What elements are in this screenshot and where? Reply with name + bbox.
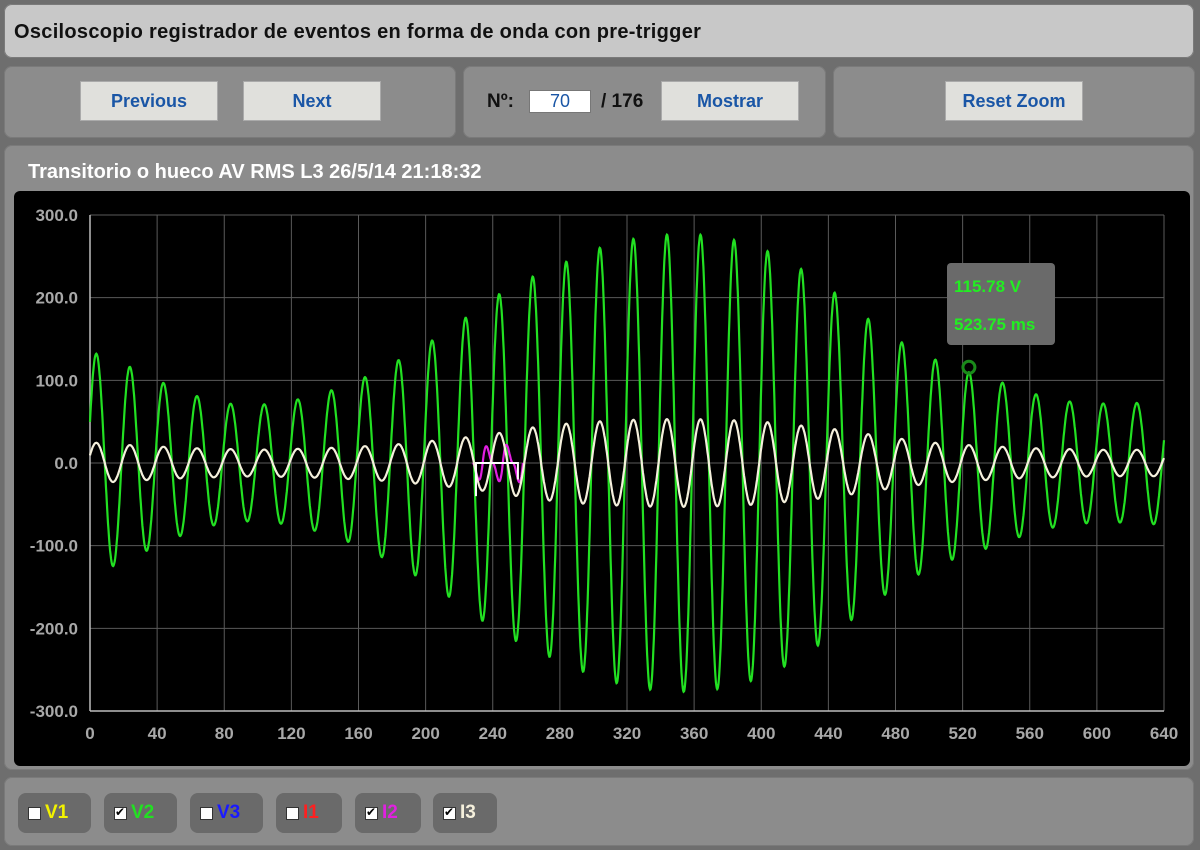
channel-toggle-v2[interactable]: ✔ V2 [104, 793, 177, 833]
x-tick-label: 560 [1016, 724, 1044, 743]
channel-toggle-i2[interactable]: ✔ I2 [355, 793, 421, 833]
checkmark-icon: ✔ [444, 804, 455, 819]
x-tick-label: 120 [277, 724, 305, 743]
checkbox[interactable]: ✔ [443, 804, 456, 820]
channel-toggle-i3[interactable]: ✔ I3 [433, 793, 497, 833]
chart-title: Transitorio o hueco AV RMS L3 26/5/14 21… [28, 161, 482, 183]
tooltip-time: 523.75 ms [954, 315, 1035, 334]
checkbox[interactable]: ✔ [114, 804, 127, 820]
tooltip-value: 115.78 V [954, 277, 1022, 296]
x-tick-label: 480 [881, 724, 909, 743]
checkbox[interactable] [200, 806, 213, 820]
x-tick-label: 240 [479, 724, 507, 743]
x-tick-label: 440 [814, 724, 842, 743]
channel-toggle-i1[interactable]: I1 [276, 793, 342, 833]
title-bar: Osciloscopio registrador de eventos en f… [4, 4, 1194, 58]
record-selector-panel: Nº: / 176 Mostrar [463, 66, 826, 138]
x-tick-label: 360 [680, 724, 708, 743]
channel-label: I3 [460, 802, 476, 823]
y-tick-label: 0.0 [54, 454, 78, 473]
channel-label: V1 [45, 802, 69, 823]
x-tick-label: 520 [948, 724, 976, 743]
x-tick-label: 0 [85, 724, 94, 743]
x-tick-label: 160 [344, 724, 372, 743]
x-tick-label: 640 [1150, 724, 1178, 743]
record-number-label: Nº: [487, 91, 514, 112]
zoom-panel: Reset Zoom [833, 66, 1195, 138]
x-tick-label: 80 [215, 724, 234, 743]
page-title: Osciloscopio registrador de eventos en f… [14, 21, 702, 43]
channel-label: V3 [217, 802, 241, 823]
channel-label: V2 [131, 802, 155, 823]
y-tick-label: 100.0 [35, 371, 78, 390]
x-tick-label: 200 [411, 724, 439, 743]
x-tick-label: 280 [546, 724, 574, 743]
checkbox[interactable]: ✔ [365, 804, 378, 820]
record-number-input[interactable] [529, 90, 591, 113]
channel-legend: V1 ✔ V2 V3 I1 ✔ I2 ✔ I3 [4, 777, 1194, 846]
x-tick-label: 320 [613, 724, 641, 743]
reset-zoom-button[interactable]: Reset Zoom [945, 81, 1083, 121]
x-tick-label: 600 [1083, 724, 1111, 743]
channel-label: I2 [382, 802, 398, 823]
checkmark-icon: ✔ [115, 804, 126, 819]
chart-panel: Transitorio o hueco AV RMS L3 26/5/14 21… [4, 145, 1194, 770]
x-tick-label: 40 [148, 724, 167, 743]
waveform-chart[interactable]: 0 40 80 120 160 200 240 280 320 360 400 440 480 520 56… [14, 191, 1190, 766]
x-tick-label: 400 [747, 724, 775, 743]
plot-area[interactable]: 0 40 80 120 160 200 240 280 320 360 400 440 480 520 56… [14, 191, 1190, 766]
checkmark-icon: ✔ [366, 804, 377, 819]
next-button[interactable]: Next [243, 81, 381, 121]
previous-button[interactable]: Previous [80, 81, 218, 121]
y-tick-label: -300.0 [30, 702, 78, 721]
y-tick-label: -100.0 [30, 537, 78, 556]
channel-toggle-v3[interactable]: V3 [190, 793, 263, 833]
checkbox[interactable] [286, 806, 299, 820]
y-tick-label: 200.0 [35, 289, 78, 308]
navigation-panel: Previous Next [4, 66, 456, 138]
show-button[interactable]: Mostrar [661, 81, 799, 121]
channel-label: I1 [303, 802, 319, 823]
y-tick-label: 300.0 [35, 206, 78, 225]
channel-toggle-v1[interactable]: V1 [18, 793, 91, 833]
checkbox[interactable] [28, 806, 41, 820]
y-tick-label: -200.0 [30, 619, 78, 638]
record-total-label: / 176 [601, 91, 644, 112]
